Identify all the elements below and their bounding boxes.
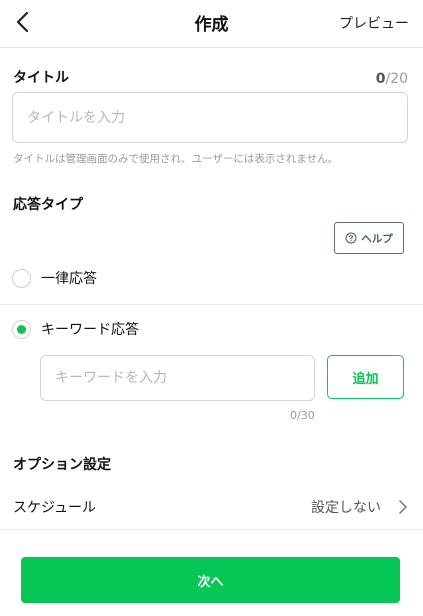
keyword-char-counter: 0/30: [290, 409, 315, 422]
title-input[interactable]: [12, 92, 408, 143]
schedule-label: スケジュール: [13, 500, 97, 516]
title-hint-text: タイトルは管理画面のみで使用され、ユーザーには表示されません。: [13, 153, 339, 165]
help-button-label: ヘルプ: [361, 232, 393, 245]
footer: 次へ: [0, 540, 423, 616]
preview-button[interactable]: プレビュー: [339, 13, 409, 33]
radio-uniform[interactable]: [12, 268, 31, 288]
title-char-count: 0: [375, 71, 386, 87]
add-keyword-button[interactable]: 追加: [327, 355, 404, 399]
response-type-label: 応答タイプ: [13, 197, 83, 213]
help-button[interactable]: ヘルプ: [334, 222, 404, 254]
schedule-value: 設定しない: [311, 500, 381, 516]
next-button[interactable]: 次へ: [21, 557, 400, 603]
question-circle-icon: [345, 232, 357, 244]
radio-uniform-label: 一律応答: [41, 271, 97, 287]
keyword-input[interactable]: [40, 355, 315, 401]
header-bar: 作成 プレビュー: [0, 0, 423, 48]
title-char-counter: 0/20: [376, 71, 408, 87]
divider: [0, 304, 423, 305]
radio-keyword[interactable]: [12, 319, 31, 339]
chevron-right-icon: [399, 500, 407, 514]
schedule-row[interactable]: スケジュール 設定しない: [0, 484, 423, 530]
radio-keyword-label: キーワード応答: [41, 322, 139, 338]
options-section-label: オプション設定: [13, 457, 111, 473]
title-section-label: タイトル: [13, 70, 69, 86]
radio-option-uniform[interactable]: 一律応答: [0, 256, 423, 300]
title-char-max: /20: [385, 71, 408, 87]
radio-option-keyword[interactable]: キーワード応答: [0, 307, 423, 351]
